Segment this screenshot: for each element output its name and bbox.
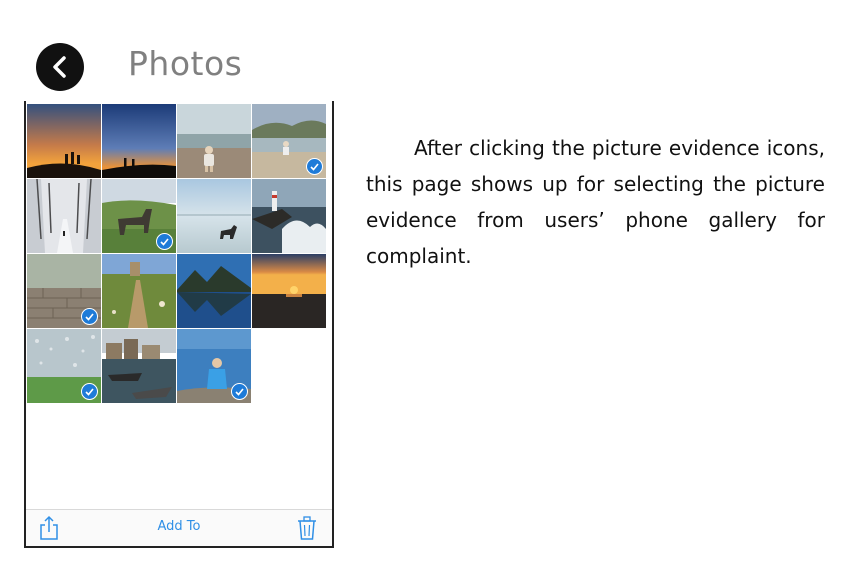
selected-check-icon — [306, 158, 323, 175]
photo-thumbnail[interactable] — [102, 329, 176, 403]
photo-thumbnail[interactable] — [102, 104, 176, 178]
selected-check-icon — [156, 233, 173, 250]
photo-thumbnail[interactable] — [27, 254, 101, 328]
photo-thumbnail[interactable] — [27, 179, 101, 253]
photo-thumbnail[interactable] — [177, 254, 251, 328]
add-to-button[interactable]: Add To — [26, 519, 332, 534]
photo-thumbnail[interactable] — [102, 179, 176, 253]
photo-thumbnail[interactable] — [252, 104, 326, 178]
trash-icon[interactable] — [296, 515, 318, 541]
back-button[interactable] — [36, 43, 84, 91]
description-text: After clicking the picture evidence icon… — [366, 136, 825, 268]
photo-thumbnail[interactable] — [252, 254, 326, 328]
photo-thumbnail[interactable] — [177, 329, 251, 403]
photo-thumbnail[interactable] — [27, 104, 101, 178]
selected-check-icon — [81, 308, 98, 325]
photo-grid — [27, 104, 326, 403]
bottom-toolbar: Add To — [26, 509, 332, 546]
photo-thumbnail[interactable] — [177, 179, 251, 253]
phone-screen: Add To — [24, 101, 334, 548]
photo-thumbnail[interactable] — [102, 254, 176, 328]
photo-thumbnail[interactable] — [177, 104, 251, 178]
page-title: Photos — [128, 44, 243, 83]
selected-check-icon — [81, 383, 98, 400]
selected-check-icon — [231, 383, 248, 400]
photo-thumbnail[interactable] — [27, 329, 101, 403]
chevron-left-icon — [53, 56, 66, 78]
photo-thumbnail[interactable] — [252, 179, 326, 253]
